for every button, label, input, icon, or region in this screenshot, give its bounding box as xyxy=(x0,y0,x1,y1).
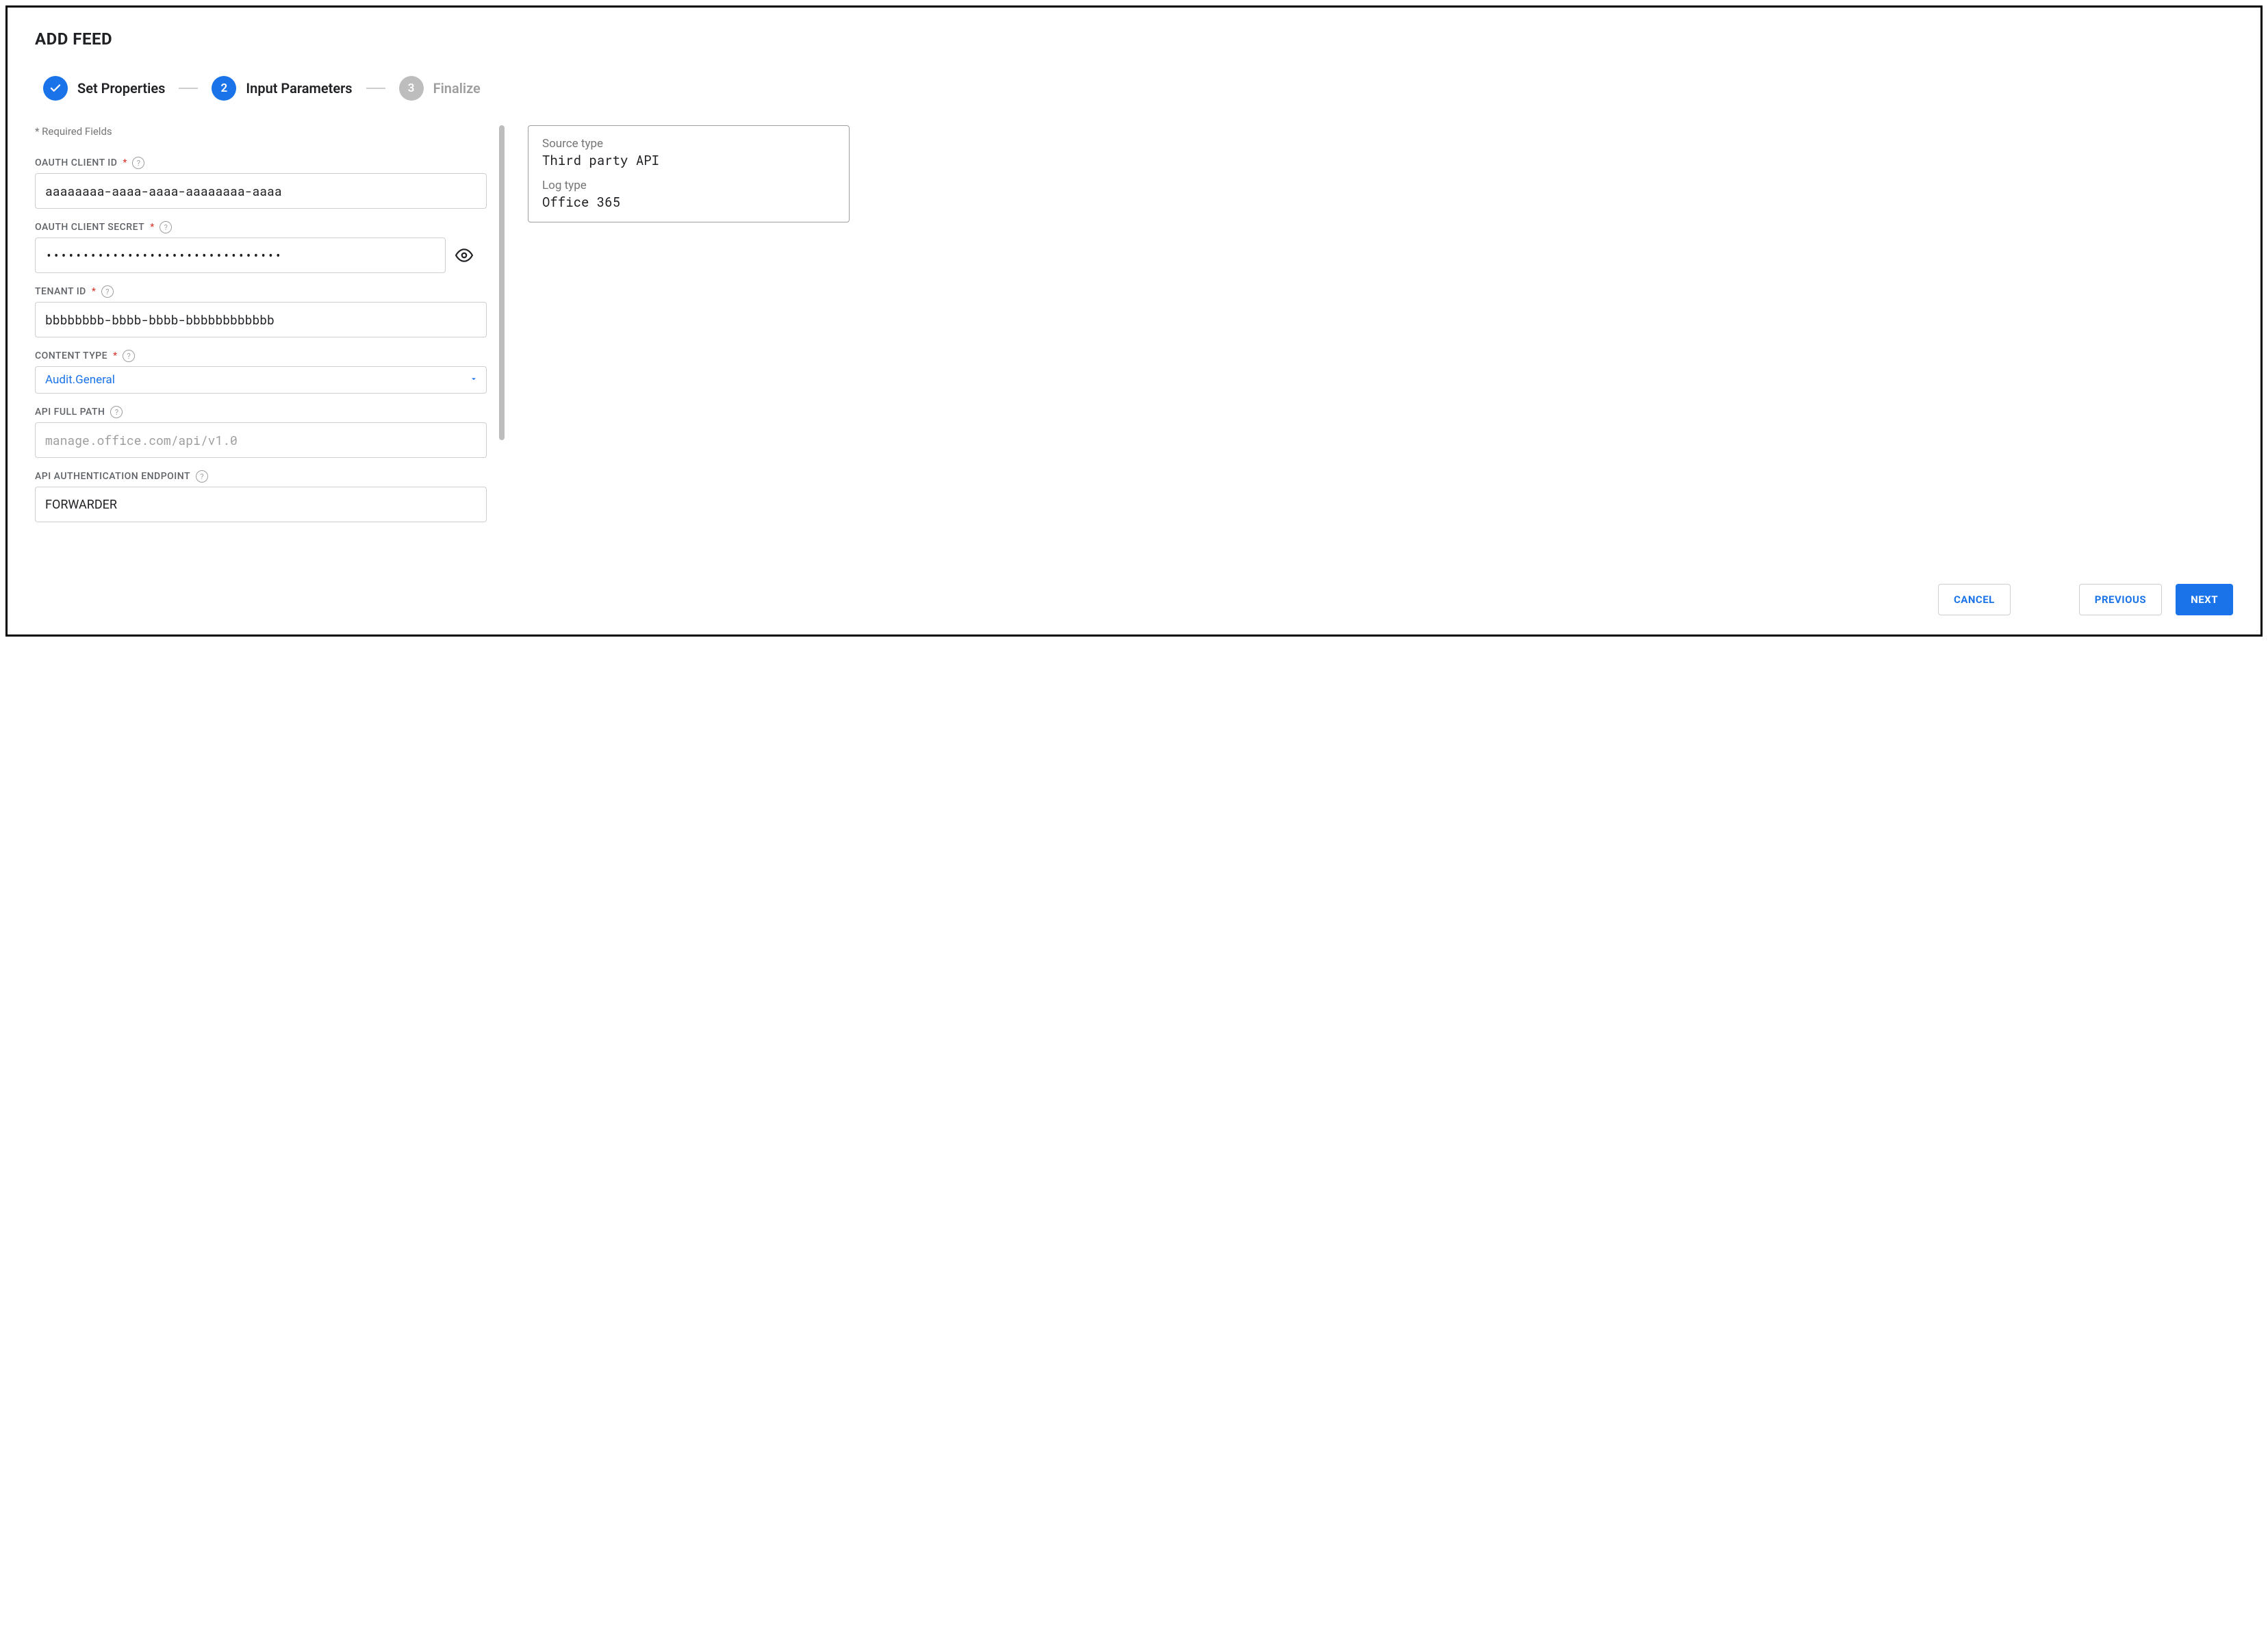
add-feed-dialog: ADD FEED Set Properties 2 Input Paramete… xyxy=(5,5,2263,637)
field-content-type: CONTENT TYPE * ? Audit.General xyxy=(35,350,487,394)
previous-button[interactable]: PREVIOUS xyxy=(2079,584,2162,615)
log-type-label: Log type xyxy=(542,179,835,192)
required-star: * xyxy=(123,157,127,168)
step-label: Input Parameters xyxy=(246,80,352,97)
eye-icon[interactable] xyxy=(455,246,473,264)
form-column: * Required Fields OAUTH CLIENT ID * ? OA… xyxy=(35,125,500,535)
field-label: TENANT ID xyxy=(35,286,86,297)
info-column: Source type Third party API Log type Off… xyxy=(528,125,850,222)
required-fields-note: * Required Fields xyxy=(35,125,487,138)
field-label: CONTENT TYPE xyxy=(35,350,107,361)
step-number: 3 xyxy=(399,76,424,101)
scrollbar[interactable] xyxy=(499,125,505,440)
cancel-button[interactable]: CANCEL xyxy=(1938,584,2011,615)
check-icon xyxy=(43,76,68,101)
step-separator xyxy=(179,88,198,89)
stepper: Set Properties 2 Input Parameters 3 Fina… xyxy=(35,76,2233,101)
required-star: * xyxy=(150,222,154,233)
step-input-parameters[interactable]: 2 Input Parameters xyxy=(212,76,352,101)
help-icon[interactable]: ? xyxy=(132,157,144,169)
help-icon[interactable]: ? xyxy=(101,285,114,298)
required-star: * xyxy=(92,286,96,297)
help-icon[interactable]: ? xyxy=(160,221,172,233)
field-oauth-client-secret: OAUTH CLIENT SECRET * ? xyxy=(35,221,487,273)
source-type-label: Source type xyxy=(542,137,835,151)
step-separator xyxy=(366,88,385,89)
field-api-full-path: API FULL PATH ? xyxy=(35,406,487,458)
help-icon[interactable]: ? xyxy=(110,406,123,418)
field-api-auth-endpoint: API AUTHENTICATION ENDPOINT ? xyxy=(35,470,487,522)
source-type-value: Third party API xyxy=(542,152,835,169)
field-label: OAUTH CLIENT ID xyxy=(35,157,117,168)
field-label: API AUTHENTICATION ENDPOINT xyxy=(35,471,190,482)
step-label: Finalize xyxy=(433,80,481,97)
required-star: * xyxy=(113,350,117,361)
step-finalize: 3 Finalize xyxy=(399,76,481,101)
oauth-client-id-input[interactable] xyxy=(35,173,487,209)
next-button[interactable]: NEXT xyxy=(2176,584,2233,615)
oauth-client-secret-input[interactable] xyxy=(35,238,446,273)
step-set-properties[interactable]: Set Properties xyxy=(43,76,165,101)
tenant-id-input[interactable] xyxy=(35,302,487,337)
step-number: 2 xyxy=(212,76,236,101)
field-label: API FULL PATH xyxy=(35,407,105,418)
api-auth-endpoint-input[interactable] xyxy=(35,487,487,522)
log-type-value: Office 365 xyxy=(542,194,835,211)
field-label: OAUTH CLIENT SECRET xyxy=(35,222,144,233)
info-box: Source type Third party API Log type Off… xyxy=(528,125,850,222)
dialog-footer: CANCEL PREVIOUS NEXT xyxy=(1938,584,2233,615)
help-icon[interactable]: ? xyxy=(196,470,208,483)
dialog-title: ADD FEED xyxy=(35,29,2233,49)
field-oauth-client-id: OAUTH CLIENT ID * ? xyxy=(35,157,487,209)
api-full-path-input[interactable] xyxy=(35,422,487,458)
help-icon[interactable]: ? xyxy=(123,350,135,362)
field-tenant-id: TENANT ID * ? xyxy=(35,285,487,337)
content-type-select[interactable]: Audit.General xyxy=(35,366,487,394)
step-label: Set Properties xyxy=(77,80,165,97)
